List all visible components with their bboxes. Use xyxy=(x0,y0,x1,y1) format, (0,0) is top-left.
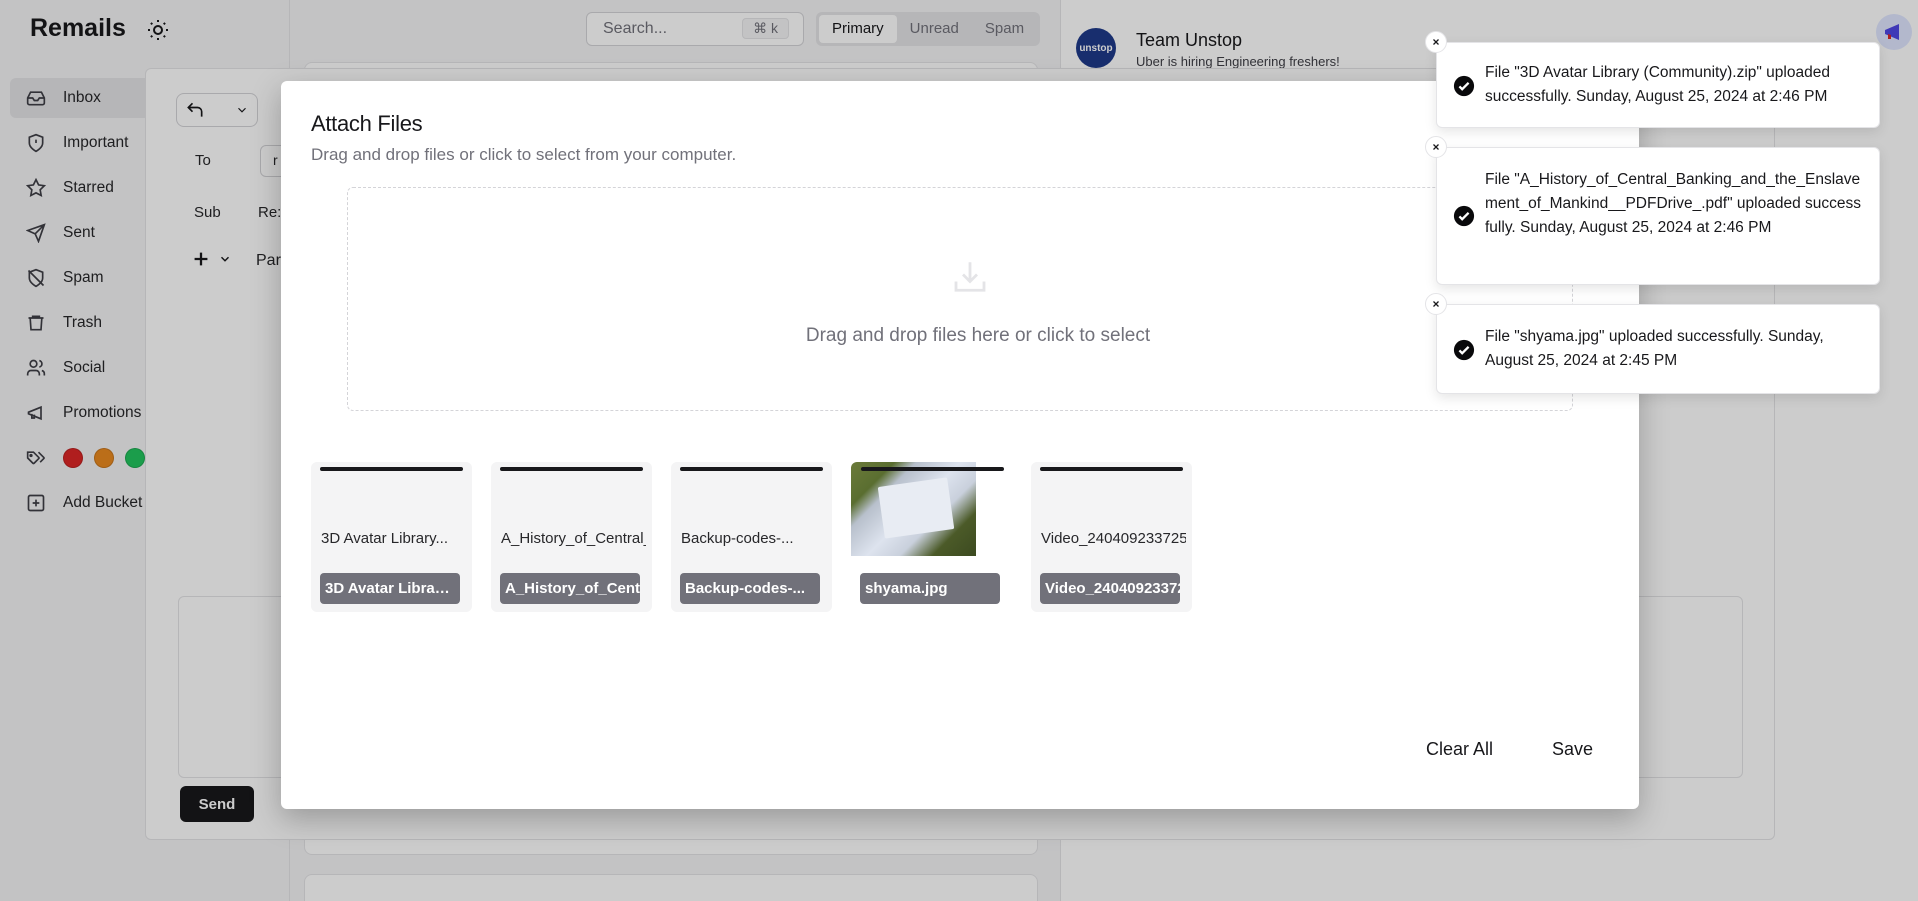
upload-progress-bar xyxy=(320,467,463,471)
file-label: A_History_of_Central_ xyxy=(500,573,640,604)
toast-close-button[interactable] xyxy=(1425,293,1447,315)
close-icon xyxy=(1433,144,1439,150)
close-icon xyxy=(1433,39,1439,45)
file-name: A_History_of_Central_ xyxy=(501,530,646,547)
file-card[interactable]: Backup-codes-... Backup-codes-... xyxy=(671,462,832,612)
dropzone-text: Drag and drop files here or click to sel… xyxy=(805,325,1151,346)
toast-close-button[interactable] xyxy=(1425,136,1447,158)
file-name: Video_240409233725 xyxy=(1041,530,1186,547)
file-card[interactable]: Video_240409233725 Video_240409233725 xyxy=(1031,462,1192,612)
toast-notification: File "shyama.jpg" uploaded successfully.… xyxy=(1425,293,1880,394)
upload-progress-bar xyxy=(500,467,643,471)
file-card[interactable]: A_History_of_Central_ A_History_of_Centr… xyxy=(491,462,652,612)
check-circle-icon xyxy=(1453,75,1475,97)
file-card[interactable]: shyama.jpg xyxy=(851,462,1012,612)
file-name: Backup-codes-... xyxy=(681,530,794,547)
toast-notification: File "A_History_of_Central_Banking_and_t… xyxy=(1425,136,1880,285)
modal-title: Attach Files xyxy=(311,111,423,136)
toast-close-button[interactable] xyxy=(1425,31,1447,53)
check-circle-icon xyxy=(1453,339,1475,361)
download-icon xyxy=(954,262,986,292)
file-label: shyama.jpg xyxy=(860,573,1000,604)
save-button[interactable]: Save xyxy=(1552,739,1593,760)
toast-message: File "3D Avatar Library (Community).zip"… xyxy=(1485,64,1830,105)
file-name: 3D Avatar Library... xyxy=(321,530,449,547)
file-label: Video_240409233725 xyxy=(1040,573,1180,604)
upload-progress-bar xyxy=(1040,467,1183,471)
file-label: Backup-codes-... xyxy=(680,573,820,604)
toast-message: File "shyama.jpg" uploaded successfully.… xyxy=(1485,328,1824,369)
close-icon xyxy=(1433,301,1439,307)
clear-all-button[interactable]: Clear All xyxy=(1426,739,1493,760)
image-thumbnail xyxy=(851,462,976,556)
upload-progress-bar xyxy=(680,467,823,471)
toast-notification: File "3D Avatar Library (Community).zip"… xyxy=(1425,31,1880,128)
file-label: 3D Avatar Library... xyxy=(320,573,460,604)
upload-progress-bar xyxy=(861,467,1004,471)
file-card[interactable]: 3D Avatar Library... 3D Avatar Library..… xyxy=(311,462,472,612)
check-circle-icon xyxy=(1453,205,1475,227)
toast-message: File "A_History_of_Central_Banking_and_t… xyxy=(1485,171,1861,236)
file-dropzone[interactable] xyxy=(347,187,1573,411)
modal-description: Drag and drop files or click to select f… xyxy=(311,145,737,164)
